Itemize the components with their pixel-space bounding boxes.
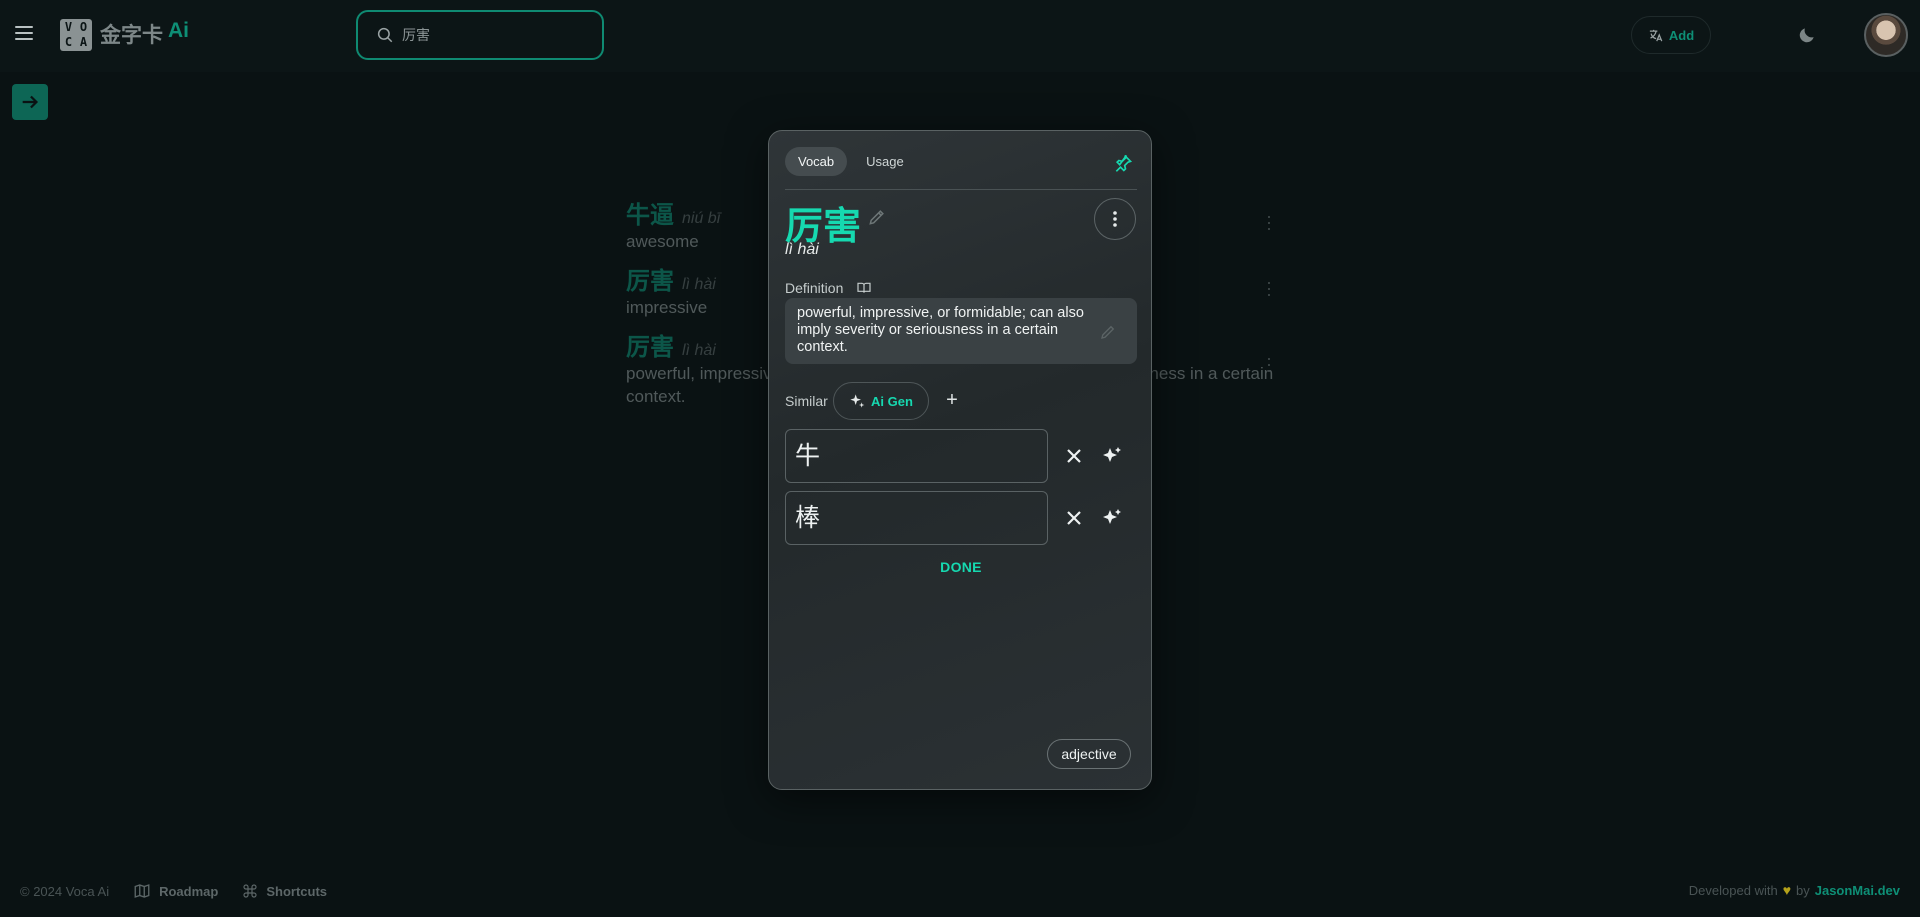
arrow-right-icon — [22, 95, 39, 109]
roadmap-link[interactable]: Roadmap — [133, 882, 218, 900]
divider — [785, 189, 1137, 190]
definition-field[interactable]: powerful, impressive, or formidable; can… — [785, 298, 1137, 364]
heart-icon: ♥ — [1782, 882, 1791, 898]
more-vertical-icon — [1113, 211, 1117, 227]
edit-icon[interactable] — [867, 207, 887, 227]
developer-link[interactable]: JasonMai.dev — [1815, 883, 1900, 898]
close-icon[interactable] — [1062, 506, 1086, 530]
definition-label: Definition — [785, 280, 844, 296]
ai-gen-button[interactable]: Ai Gen — [833, 382, 929, 420]
top-bar: V O C A 金字卡 Ai Add — [0, 0, 1920, 72]
book-icon[interactable] — [856, 280, 872, 296]
similar-word-field[interactable]: 牛 — [785, 429, 1048, 483]
vocab-card: Vocab Usage 厉害 lì hài Definition powerfu… — [768, 130, 1152, 790]
pin-icon[interactable] — [1113, 153, 1133, 173]
close-icon[interactable] — [1062, 444, 1086, 468]
edit-icon[interactable] — [1099, 323, 1117, 341]
part-of-speech-badge[interactable]: adjective — [1047, 739, 1131, 769]
copyright: © 2024 Voca Ai — [20, 883, 110, 899]
add-button[interactable]: Add — [1631, 16, 1711, 54]
more-icon[interactable]: · · · — [1266, 273, 1272, 303]
command-icon — [243, 884, 257, 898]
logo-ai: Ai — [168, 19, 189, 42]
done-button[interactable]: DONE — [921, 559, 1001, 583]
roadmap-icon — [134, 884, 150, 898]
similar-word-field[interactable]: 棒 — [785, 491, 1048, 545]
sparkle-icon[interactable] — [1100, 506, 1124, 530]
search-box — [356, 10, 604, 60]
dark-mode-icon[interactable] — [1797, 25, 1817, 45]
footer-left: © 2024 Voca Ai Roadmap Shortcuts — [20, 882, 327, 900]
sparkle-icon — [850, 394, 865, 408]
logo-text: 金字卡 — [100, 23, 163, 47]
search-input[interactable] — [402, 24, 592, 46]
arrow-right-button[interactable] — [12, 84, 48, 120]
avatar[interactable] — [1864, 13, 1908, 57]
search-icon — [377, 27, 393, 43]
more-options-button[interactable] — [1094, 198, 1136, 240]
logo-mark[interactable]: V O C A — [60, 19, 92, 51]
card-pinyin: lì hài — [785, 241, 819, 258]
card-tabs: Vocab Usage — [785, 147, 917, 176]
menu-icon[interactable] — [12, 22, 36, 46]
more-icon[interactable]: · · · — [1266, 207, 1272, 237]
more-icon[interactable]: · · · — [1266, 349, 1272, 379]
tab-usage[interactable]: Usage — [853, 147, 917, 176]
similar-label: Similar — [785, 393, 828, 409]
add-similar-button[interactable]: + — [941, 389, 963, 411]
shortcuts-link[interactable]: Shortcuts — [242, 883, 327, 899]
footer-right: Developed with ♥ by JasonMai.dev — [1688, 882, 1900, 898]
sparkle-icon[interactable] — [1100, 444, 1124, 468]
tab-vocab[interactable]: Vocab — [785, 147, 848, 176]
translate-icon — [1649, 29, 1663, 41]
